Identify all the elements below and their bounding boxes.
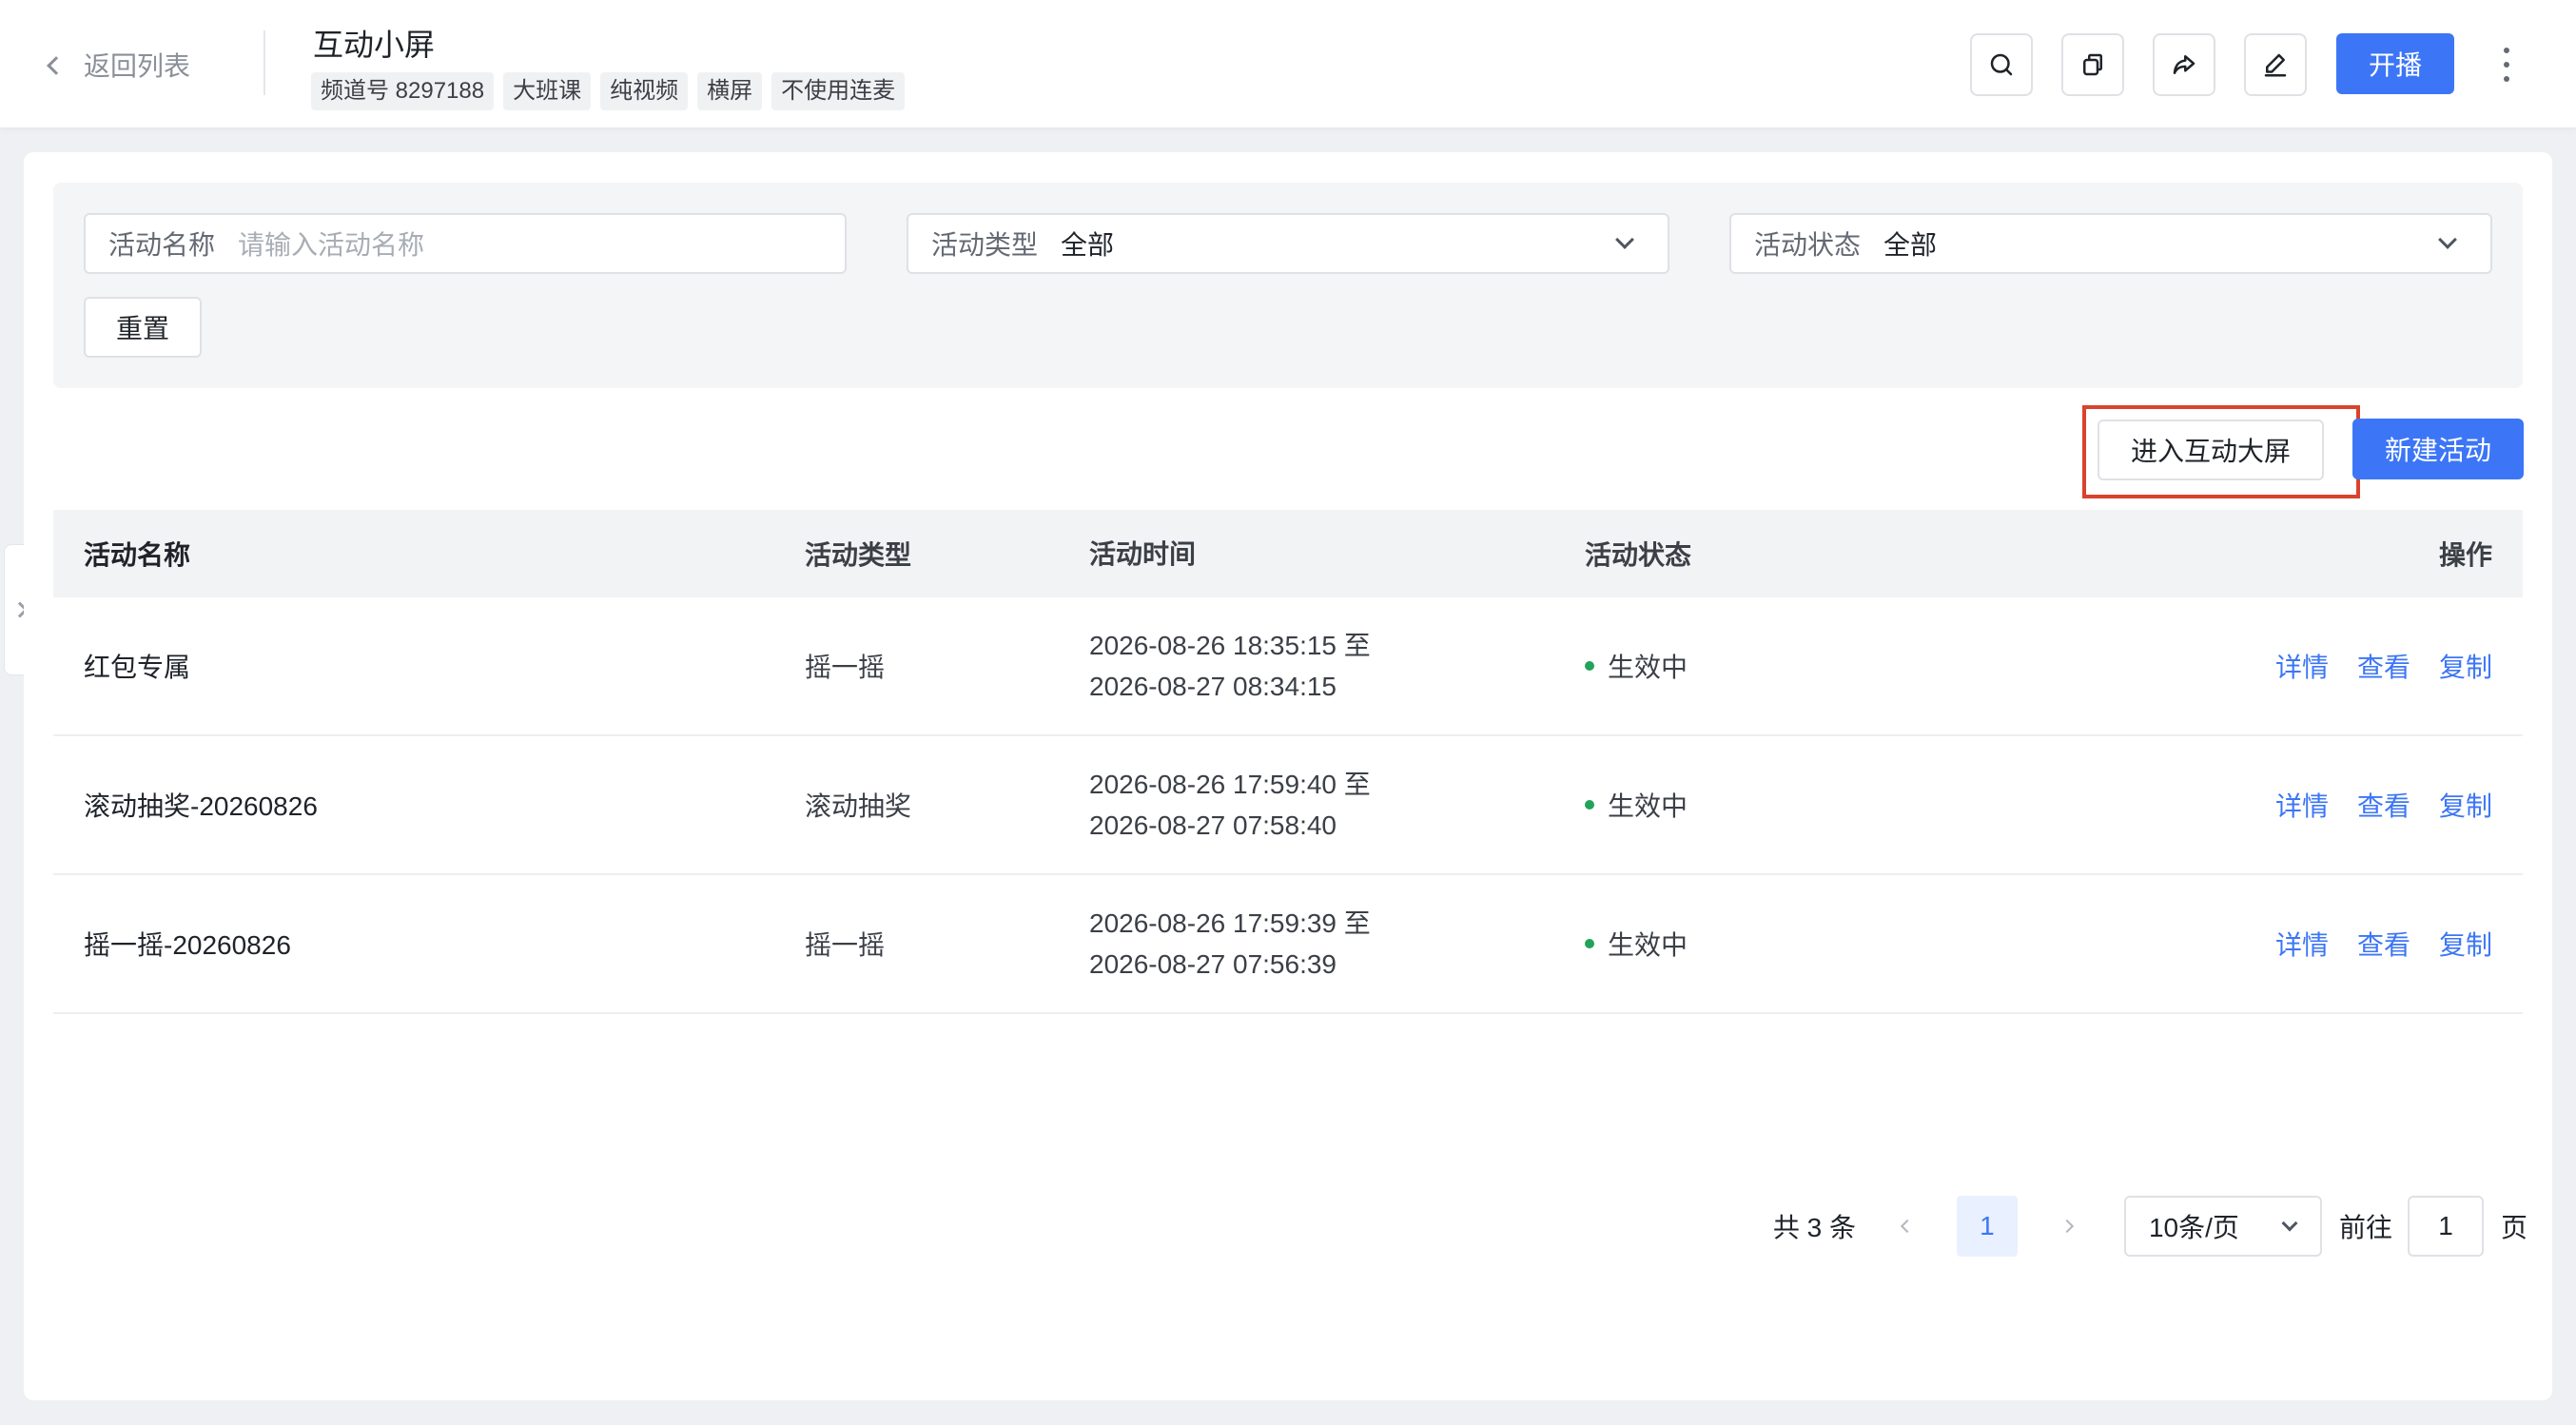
column-header-type: 活动类型: [805, 540, 912, 570]
status-dot-icon: [1585, 661, 1594, 671]
share-button[interactable]: [2153, 33, 2215, 96]
page-size-select[interactable]: 10条/页: [2123, 1196, 2322, 1257]
activity-name-input[interactable]: 活动名称 请输入活动名称: [84, 213, 847, 274]
reset-button[interactable]: 重置: [84, 297, 202, 358]
total-count: 共 3 条: [1772, 1213, 1856, 1242]
activity-type: 摇一摇: [805, 653, 886, 682]
main-content: 活动名称 请输入活动名称 活动类型 全部 活动状态 全部 重置 进入互动大屏 新…: [24, 152, 2552, 1400]
detail-link[interactable]: 详情: [2275, 925, 2329, 963]
back-to-list-button[interactable]: 返回列表: [47, 44, 191, 86]
chevron-left-icon: [47, 56, 66, 75]
activity-name: 红包专属: [84, 653, 191, 682]
tag-channel-id: 频道号 8297188: [311, 72, 495, 110]
activity-type-label: 活动类型: [931, 230, 1039, 260]
status-dot-icon: [1585, 800, 1594, 810]
time-end: 2026-08-27 07:58:40: [1089, 810, 1337, 840]
new-activity-button[interactable]: 新建活动: [2352, 419, 2524, 479]
chevron-down-icon: [2281, 1215, 2298, 1232]
table-header: 活动名称 活动类型 活动时间 活动状态 操作: [53, 510, 2523, 597]
tag-media-type: 纯视频: [600, 72, 689, 110]
activity-time: 2026-08-26 17:59:39 至 2026-08-27 07:56:3…: [1089, 875, 1371, 1012]
activity-name-label: 活动名称: [108, 230, 216, 260]
tag-orientation: 横屏: [697, 72, 763, 110]
table-row: 滚动抽奖-20260826 滚动抽奖 2026-08-26 17:59:40 至…: [53, 736, 2523, 875]
column-header-time: 活动时间: [1089, 538, 1197, 569]
activity-type-value: 全部: [1061, 230, 1115, 260]
time-end: 2026-08-27 07:56:39: [1089, 949, 1337, 979]
page-number-current[interactable]: 1: [1956, 1196, 2018, 1257]
chevron-down-icon: [1615, 230, 1634, 249]
time-start: 2026-08-26 17:59:39 至: [1089, 908, 1371, 938]
chevron-left-icon: [1900, 1219, 1915, 1234]
goto-label: 前往: [2338, 1213, 2392, 1242]
view-link[interactable]: 查看: [2357, 925, 2410, 963]
activity-status-value: 全部: [1883, 230, 1938, 260]
row-actions: 详情 查看 复制: [2275, 736, 2492, 873]
detail-link[interactable]: 详情: [2275, 647, 2329, 685]
copy-button[interactable]: [2061, 33, 2124, 96]
column-header-status: 活动状态: [1585, 540, 1692, 570]
time-start: 2026-08-26 18:35:15 至: [1089, 631, 1371, 660]
page-unit-label: 页: [2500, 1213, 2527, 1242]
column-header-ops: 操作: [2438, 540, 2492, 570]
view-link[interactable]: 查看: [2357, 786, 2410, 824]
activity-status: 生效中: [1585, 597, 1688, 734]
edit-icon: [2264, 53, 2287, 77]
page-size-value: 10条/页: [2148, 1213, 2239, 1242]
chevron-right-icon: [2059, 1219, 2075, 1234]
row-actions: 详情 查看 复制: [2275, 597, 2492, 734]
header-divider: [263, 30, 265, 95]
row-actions: 详情 查看 复制: [2275, 875, 2492, 1012]
status-text: 生效中: [1608, 653, 1688, 682]
time-end: 2026-08-27 08:34:15: [1089, 672, 1337, 701]
activity-type: 摇一摇: [805, 930, 886, 960]
activity-status-label: 活动状态: [1754, 230, 1862, 260]
time-start: 2026-08-26 17:59:40 至: [1089, 770, 1371, 799]
activity-type: 滚动抽奖: [805, 791, 912, 821]
view-link[interactable]: 查看: [2357, 647, 2410, 685]
prev-page-button[interactable]: [1896, 1196, 1919, 1257]
tag-mic-link: 不使用连麦: [771, 72, 906, 110]
chevron-down-icon: [2438, 230, 2457, 249]
activity-table: 活动名称 活动类型 活动时间 活动状态 操作 红包专属 摇一摇 2026-08-…: [53, 510, 2523, 1014]
channel-tags: 频道号 8297188 大班课 纯视频 横屏 不使用连麦: [311, 72, 906, 110]
activity-name-placeholder: 请输入活动名称: [238, 230, 425, 260]
goto-page-input[interactable]: 1: [2407, 1196, 2484, 1257]
activity-name: 滚动抽奖-20260826: [84, 791, 318, 821]
more-vertical-icon[interactable]: [2492, 44, 2521, 86]
copy-icon: [2083, 53, 2102, 76]
status-text: 生效中: [1608, 930, 1688, 960]
activity-status: 生效中: [1585, 736, 1688, 873]
detail-link[interactable]: 详情: [2275, 786, 2329, 824]
next-page-button[interactable]: [2056, 1196, 2078, 1257]
share-icon: [2173, 55, 2195, 74]
column-header-name: 活动名称: [84, 540, 191, 570]
filter-panel: 活动名称 请输入活动名称 活动类型 全部 活动状态 全部 重置: [53, 183, 2523, 388]
back-label: 返回列表: [84, 51, 191, 81]
top-header: 返回列表 互动小屏 频道号 8297188 大班课 纯视频 横屏 不使用连麦 开…: [0, 0, 2576, 128]
table-row: 摇一摇-20260826 摇一摇 2026-08-26 17:59:39 至 2…: [53, 875, 2523, 1014]
pagination: 共 3 条 1 10条/页 前往 1 页: [1773, 1196, 2527, 1257]
copy-link[interactable]: 复制: [2439, 647, 2492, 685]
activity-type-select[interactable]: 活动类型 全部: [907, 213, 1669, 274]
copy-link[interactable]: 复制: [2439, 786, 2492, 824]
tag-class-type: 大班课: [503, 72, 592, 110]
status-text: 生效中: [1608, 791, 1688, 821]
activity-time: 2026-08-26 18:35:15 至 2026-08-27 08:34:1…: [1089, 597, 1371, 734]
activity-status: 生效中: [1585, 875, 1688, 1012]
activity-status-select[interactable]: 活动状态 全部: [1729, 213, 2492, 274]
start-live-button[interactable]: 开播: [2336, 33, 2454, 94]
search-button[interactable]: [1970, 33, 2033, 96]
page-title: 互动小屏: [313, 28, 436, 62]
edit-button[interactable]: [2244, 33, 2307, 96]
status-dot-icon: [1585, 939, 1594, 948]
copy-link[interactable]: 复制: [2439, 925, 2492, 963]
search-icon: [1990, 53, 2013, 76]
activity-time: 2026-08-26 17:59:40 至 2026-08-27 07:58:4…: [1089, 736, 1371, 873]
activity-name: 摇一摇-20260826: [84, 930, 291, 960]
table-row: 红包专属 摇一摇 2026-08-26 18:35:15 至 2026-08-2…: [53, 597, 2523, 736]
enter-big-screen-button[interactable]: 进入互动大屏: [2098, 420, 2324, 480]
